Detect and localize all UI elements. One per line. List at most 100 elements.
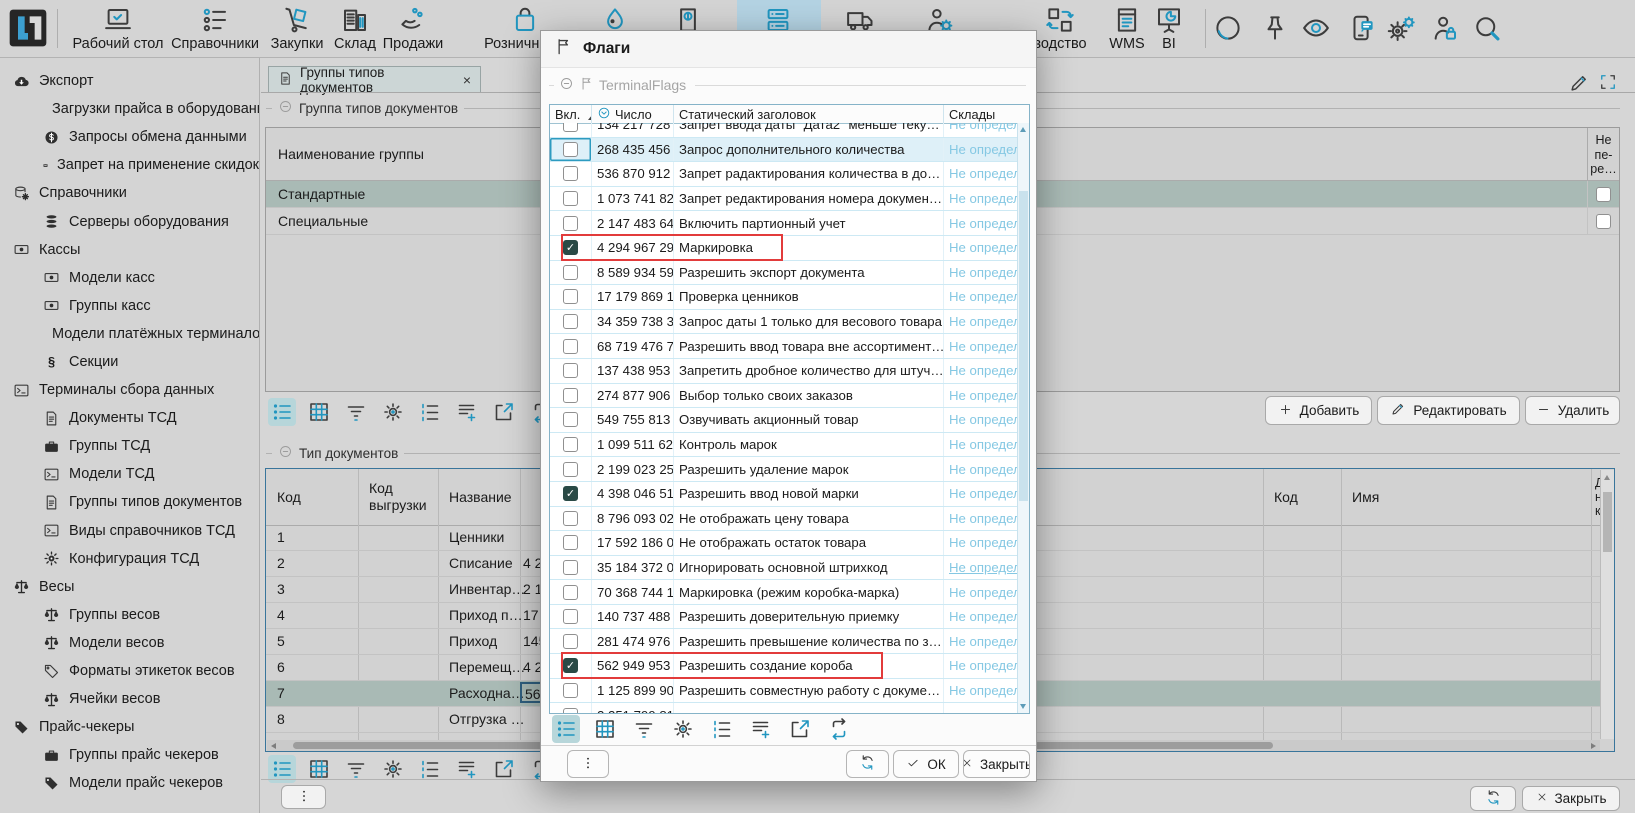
filter-button[interactable] <box>342 398 370 426</box>
flag-row[interactable]: 68 719 476 736Разрешить ввод товара вне … <box>550 334 1018 359</box>
flag-row[interactable]: 140 737 488 355 328Разрешить доверительн… <box>550 605 1018 630</box>
warehouse-link[interactable]: Не определено <box>944 187 1018 211</box>
flag-row[interactable]: 2 251 799 813 685 248 <box>550 703 1018 713</box>
flag-checkbox[interactable] <box>550 507 592 531</box>
person-lock-button[interactable] <box>1430 13 1460 48</box>
flag-row[interactable]: ✓4 398 046 511 104Разрешить ввод новой м… <box>550 482 1018 507</box>
sidebar-item[interactable]: Группы типов документов <box>0 488 259 516</box>
flag-row[interactable]: 536 870 912Запрет радактирования количес… <box>550 162 1018 187</box>
phone-chat-button[interactable] <box>1347 13 1377 48</box>
flag-checkbox[interactable] <box>550 531 592 555</box>
warehouse-link[interactable]: Не определено <box>944 531 1018 555</box>
scrollbar-thumb[interactable] <box>1019 191 1028 501</box>
sidebar-item[interactable]: Ячейки весов <box>0 685 259 713</box>
flag-checkbox[interactable] <box>550 261 592 285</box>
flag-row[interactable]: 134 217 728Запрет ввода даты "Дата2" мен… <box>550 123 1018 138</box>
flag-checkbox[interactable] <box>550 334 592 358</box>
flag-checkbox[interactable]: ✓ <box>550 482 592 506</box>
settings-gear-button[interactable] <box>669 715 697 743</box>
flag-row[interactable]: 1 125 899 906 842 624Разрешить совместну… <box>550 679 1018 704</box>
flag-checkbox[interactable] <box>550 457 592 481</box>
warehouse-link[interactable]: Не определено <box>944 679 1018 703</box>
warehouse-link[interactable]: Не определено <box>944 236 1018 260</box>
sidebar-item[interactable]: Загрузки прайса в оборудование <box>0 95 259 123</box>
flag-row[interactable]: 2 147 483 648Включить партионный учетНе … <box>550 211 1018 236</box>
sidebar-item[interactable]: Конфигурация ТСД <box>0 545 259 573</box>
flag-checkbox[interactable] <box>550 187 592 211</box>
flag-checkbox[interactable] <box>550 679 592 703</box>
gears-button[interactable] <box>1387 13 1417 48</box>
column-header-warehouses[interactable]: Склады <box>944 105 1018 123</box>
add-to-list-button[interactable] <box>747 715 775 743</box>
flag-checkbox[interactable] <box>550 433 592 457</box>
refresh-button[interactable] <box>846 750 889 778</box>
flag-row[interactable]: 1 073 741 824Запрет редактирования номер… <box>550 187 1018 212</box>
add-button[interactable]: Добавить <box>1265 396 1372 425</box>
warehouse-link[interactable]: Не определено <box>944 457 1018 481</box>
warehouse-link[interactable] <box>944 703 1018 713</box>
clock-button[interactable] <box>1213 13 1243 48</box>
warehouse-link[interactable]: Не определено <box>944 310 1018 334</box>
eye-button[interactable] <box>1301 13 1331 48</box>
warehouse-link[interactable]: Не определено <box>944 629 1018 653</box>
warehouse-link[interactable]: Не определено <box>944 556 1018 580</box>
row-checkbox[interactable] <box>1587 181 1619 207</box>
settings-gear-button[interactable] <box>379 398 407 426</box>
module-item[interactable]: Продажи <box>353 5 473 52</box>
warehouse-link[interactable]: Не определено <box>944 138 1018 162</box>
flag-row[interactable]: 2 199 023 255 552Разрешить удаление маро… <box>550 457 1018 482</box>
flag-row[interactable]: 268 435 456Запрос дополнительного количе… <box>550 138 1018 163</box>
edit-pencil-icon[interactable] <box>1568 72 1590 99</box>
sidebar-item[interactable]: Модели касс <box>0 264 259 292</box>
numbered-list-button[interactable] <box>708 715 736 743</box>
column-header[interactable]: Код <box>1263 469 1341 525</box>
flag-checkbox[interactable] <box>550 384 592 408</box>
sidebar-item[interactable]: Группы касс <box>0 292 259 320</box>
sidebar-item[interactable]: Группы ТСД <box>0 432 259 460</box>
flag-row[interactable]: 281 474 976 710 656Разрешить превышение … <box>550 629 1018 654</box>
reload-button[interactable] <box>825 715 853 743</box>
sidebar-item[interactable]: Серверы оборудования <box>0 207 259 235</box>
numbered-list-button[interactable] <box>416 398 444 426</box>
warehouse-link[interactable]: Не определено <box>944 211 1018 235</box>
add-to-list-button[interactable] <box>453 398 481 426</box>
sidebar-item[interactable]: AdЗапрет на применение скидок <box>0 151 259 179</box>
sidebar-item[interactable]: Модели платёжных терминалов <box>0 320 259 348</box>
sidebar-item[interactable]: Виды справочников ТСД <box>0 517 259 545</box>
edit-button[interactable]: Редактировать <box>1377 396 1520 425</box>
flag-row[interactable]: 70 368 744 177 664Маркировка (режим коро… <box>550 580 1018 605</box>
warehouse-link[interactable]: Не определено <box>944 605 1018 629</box>
flag-row[interactable]: 8 796 093 022 208Не отображать цену това… <box>550 507 1018 532</box>
search-button[interactable] <box>1472 13 1502 48</box>
row-checkbox[interactable] <box>1587 208 1619 234</box>
warehouse-link[interactable]: Не определено <box>944 580 1018 604</box>
warehouse-link[interactable]: Не определено <box>944 654 1018 678</box>
sidebar-item[interactable]: Весы <box>0 573 259 601</box>
warehouse-link[interactable]: Не определено <box>944 285 1018 309</box>
column-header-no-transfer[interactable]: Не пе- ре… <box>1587 128 1619 181</box>
flag-checkbox[interactable] <box>550 359 592 383</box>
list-select-button[interactable] <box>268 398 296 426</box>
pin-button[interactable] <box>1260 13 1290 48</box>
warehouse-link[interactable]: Не определено <box>944 359 1018 383</box>
sidebar-item[interactable]: Документы ТСД <box>0 404 259 432</box>
expand-icon[interactable] <box>1598 72 1618 97</box>
warehouse-link[interactable]: Не определено <box>944 123 1018 137</box>
column-header[interactable]: Код выгрузки <box>358 469 438 525</box>
flag-row[interactable]: 34 359 738 368Запрос даты 1 только для в… <box>550 310 1018 335</box>
sidebar-item[interactable]: Терминалы сбора данных <box>0 376 259 404</box>
sidebar-item[interactable]: Экспорт <box>0 67 259 95</box>
sidebar-item[interactable]: Кассы <box>0 236 259 264</box>
flag-checkbox[interactable] <box>550 310 592 334</box>
more-options-button[interactable] <box>567 750 609 778</box>
grid-view-button[interactable] <box>591 715 619 743</box>
tab-close-icon[interactable]: × <box>463 72 471 88</box>
close-button[interactable]: Закрыть <box>963 750 1030 778</box>
flag-row[interactable]: 17 179 869 184Проверка ценниковНе опреде… <box>550 285 1018 310</box>
flag-checkbox[interactable] <box>550 162 592 186</box>
tab-document-type-groups[interactable]: Группы типов документов × <box>268 66 481 93</box>
flag-checkbox[interactable]: ✓ <box>550 654 592 678</box>
chevron-circle-icon[interactable] <box>597 106 611 123</box>
open-external-button[interactable] <box>786 715 814 743</box>
collapse-icon[interactable] <box>278 99 293 117</box>
